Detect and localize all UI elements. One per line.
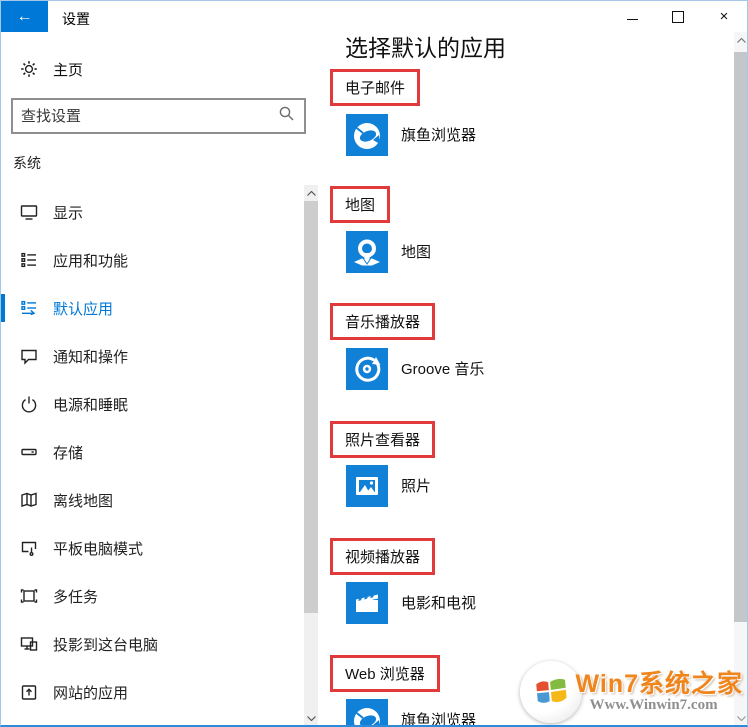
settings-search-box[interactable] <box>11 98 306 134</box>
apps-features-icon <box>19 250 39 270</box>
storage-icon <box>19 442 39 462</box>
scroll-up-icon[interactable] <box>734 33 747 47</box>
content-scrollbar-thumb[interactable] <box>734 52 747 622</box>
sidebar-nav: 显示 应用和功能 默认应用 通知和操作 电源和睡眠 存储 离线地图 平板电脑模式… <box>1 188 304 716</box>
sidebar-item-label: 主页 <box>53 61 84 79</box>
default-app-video[interactable]: 电影和电视 <box>346 582 476 624</box>
sidebar-item-display[interactable]: 显示 <box>1 188 304 236</box>
category-label: 视频播放器 <box>345 549 421 566</box>
display-icon <box>19 202 39 222</box>
gear-icon <box>19 59 39 79</box>
settings-window: ← 设置 × 主页 系统 <box>0 0 748 727</box>
category-label: Web 浏览器 <box>345 666 425 683</box>
search-icon[interactable] <box>278 105 295 127</box>
sidebar-item-label: 通知和操作 <box>53 348 129 366</box>
content-scrollbar[interactable] <box>734 32 747 725</box>
category-email: 电子邮件 <box>330 69 421 106</box>
page-title: 选择默认的应用 <box>345 35 506 61</box>
watermark: Win7系统之家 Www.Winwin7.com <box>519 661 744 723</box>
maximize-button[interactable] <box>655 1 701 32</box>
watermark-url: Www.Winwin7.com <box>589 696 718 713</box>
sidebar-item-label: 应用和功能 <box>53 252 129 270</box>
sidebar-item-tablet-mode[interactable]: 平板电脑模式 <box>1 524 304 572</box>
notifications-icon <box>19 346 39 366</box>
app-name: 旗鱼浏览器 <box>401 127 477 144</box>
scroll-down-icon[interactable] <box>304 711 318 725</box>
category-label: 音乐播放器 <box>345 314 421 331</box>
watermark-title: Win7系统之家 <box>575 669 743 698</box>
maximize-icon <box>672 10 684 23</box>
app-name: 照片 <box>401 478 432 495</box>
category-maps: 地图 <box>330 186 391 223</box>
window-title: 设置 <box>62 11 90 27</box>
movies-tv-icon <box>346 582 388 624</box>
app-name: 电影和电视 <box>401 595 477 612</box>
sidebar-item-label: 存储 <box>53 444 84 462</box>
window-controls: × <box>609 1 747 32</box>
category-label: 电子邮件 <box>345 80 406 97</box>
app-name: Groove 音乐 <box>401 361 485 378</box>
category-label: 地图 <box>345 197 376 214</box>
close-icon: × <box>719 8 729 25</box>
default-app-music[interactable]: Groove 音乐 <box>346 348 484 390</box>
sidebar-item-storage[interactable]: 存储 <box>1 428 304 476</box>
nav-scrollbar[interactable] <box>304 185 318 725</box>
default-app-email[interactable]: 旗鱼浏览器 <box>346 114 476 156</box>
apps-for-websites-icon <box>19 682 39 702</box>
sidebar-item-home[interactable]: 主页 <box>1 55 304 83</box>
minimize-button[interactable] <box>609 1 655 32</box>
category-video-player: 视频播放器 <box>330 538 436 575</box>
sidebar-item-offline-maps[interactable]: 离线地图 <box>1 476 304 524</box>
category-photo-viewer: 照片查看器 <box>330 421 436 458</box>
swordfish-browser-icon <box>346 114 388 156</box>
section-label-system: 系统 <box>13 155 41 171</box>
sidebar-item-apps-features[interactable]: 应用和功能 <box>1 236 304 284</box>
selection-bar <box>1 294 5 322</box>
offline-maps-icon <box>19 490 39 510</box>
maps-pin-icon <box>346 231 388 273</box>
groove-music-icon <box>346 348 388 390</box>
scroll-up-icon[interactable] <box>304 186 318 200</box>
sidebar-item-label: 显示 <box>53 204 84 222</box>
category-label: 照片查看器 <box>345 432 421 449</box>
sidebar-item-power-sleep[interactable]: 电源和睡眠 <box>1 380 304 428</box>
windows-flag-icon <box>519 661 582 723</box>
sidebar-item-projecting[interactable]: 投影到这台电脑 <box>1 620 304 668</box>
sidebar-item-label: 网站的应用 <box>53 684 129 702</box>
nav-scrollbar-thumb[interactable] <box>304 201 318 613</box>
sidebar-item-label: 多任务 <box>53 588 99 606</box>
sidebar-item-label: 默认应用 <box>53 300 114 318</box>
projecting-icon <box>19 634 39 654</box>
sidebar-item-default-apps[interactable]: 默认应用 <box>1 284 304 332</box>
back-button[interactable]: ← <box>1 1 48 32</box>
sidebar-item-label: 投影到这台电脑 <box>53 636 159 654</box>
back-arrow-icon: ← <box>16 7 33 25</box>
category-web-browser: Web 浏览器 <box>330 655 440 692</box>
minimize-icon <box>626 19 638 20</box>
sidebar-item-label: 离线地图 <box>53 492 114 510</box>
app-name: 地图 <box>401 244 432 261</box>
sidebar-item-multitasking[interactable]: 多任务 <box>1 572 304 620</box>
tablet-mode-icon <box>19 538 39 558</box>
sidebar-item-apps-for-websites[interactable]: 网站的应用 <box>1 668 304 716</box>
sidebar-item-notifications[interactable]: 通知和操作 <box>1 332 304 380</box>
default-apps-icon <box>19 298 39 318</box>
app-name: 旗鱼浏览器 <box>401 712 477 727</box>
default-app-browser[interactable]: 旗鱼浏览器 <box>346 699 477 727</box>
sidebar-item-label: 电源和睡眠 <box>53 396 129 414</box>
multitasking-icon <box>19 586 39 606</box>
search-input[interactable] <box>13 107 278 125</box>
default-app-maps[interactable]: 地图 <box>346 231 431 273</box>
power-icon <box>19 394 39 414</box>
sidebar-item-label: 平板电脑模式 <box>53 540 144 558</box>
photos-icon <box>346 465 388 507</box>
default-app-photos[interactable]: 照片 <box>346 465 431 507</box>
watermark-text: Win7系统之家 Www.Winwin7.com <box>575 669 744 714</box>
category-music-player: 音乐播放器 <box>330 303 436 340</box>
close-button[interactable]: × <box>701 1 747 32</box>
swordfish-browser-icon <box>346 699 388 725</box>
